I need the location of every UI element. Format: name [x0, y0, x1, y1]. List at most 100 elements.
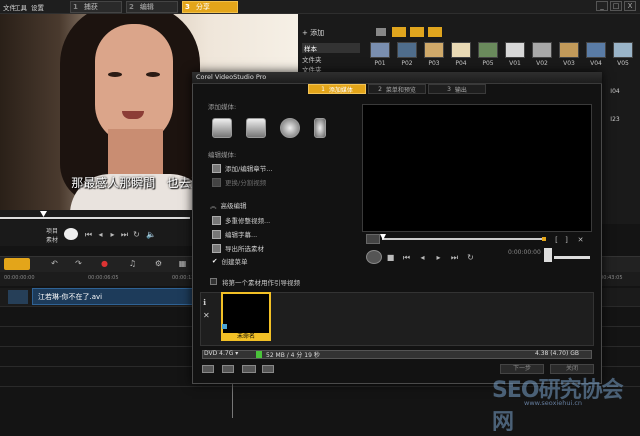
library-thumbnails: P01 P02 P03 P04 P05 V01 V02 V03 V04 V05 I04 I23 [370, 42, 640, 123]
dialog-tab-menu-preview[interactable]: 2 菜单和预览 [368, 84, 426, 94]
create-menu-checkbox[interactable]: ✔ 创建菜单 [212, 256, 247, 266]
import-device-icon[interactable] [314, 118, 326, 138]
play-button[interactable] [64, 228, 78, 240]
dialog-tab-output[interactable]: 3 输出 [428, 84, 486, 94]
library-thumbnail[interactable] [559, 42, 579, 58]
menu-tools[interactable]: 工具 [14, 2, 27, 12]
library-thumbnail-label: V01 [509, 60, 521, 67]
photo-filter-icon[interactable] [410, 27, 424, 37]
video-filter-icon[interactable] [392, 27, 406, 37]
info-icon[interactable]: ℹ [203, 298, 206, 307]
volume-icon[interactable]: 🔈 [146, 230, 156, 239]
transition-icon[interactable]: ⚙ [154, 259, 163, 268]
import-disc-icon[interactable] [280, 118, 300, 138]
first-clip-checkbox[interactable] [210, 278, 217, 285]
export-clip-item[interactable]: 导出所选素材 [212, 243, 264, 253]
mark-in-icon[interactable]: [ [552, 236, 561, 245]
add-media-heading: 添加媒体: [208, 103, 237, 111]
dialog-volume-slider[interactable] [554, 256, 590, 259]
step-edit[interactable]: 2 编辑 [126, 1, 178, 13]
go-end-icon[interactable]: ⏭ [120, 230, 129, 239]
library-thumbnail[interactable] [397, 42, 417, 58]
export-icon [212, 243, 221, 253]
dialog-prev-icon[interactable]: ◂ [418, 253, 427, 262]
library-thumbnail-label: V02 [536, 60, 548, 67]
dialog-tab-add-media[interactable]: 1 添加媒体 [308, 84, 366, 94]
dialog-scrub-bar[interactable] [382, 238, 542, 240]
library-thumbnail[interactable] [532, 42, 552, 58]
remove-icon[interactable]: ✕ [203, 311, 210, 320]
dialog-go-end-icon[interactable]: ⏭ [450, 253, 459, 262]
gear-icon[interactable] [222, 365, 234, 373]
print-icon[interactable] [262, 365, 274, 373]
library-thumbnail[interactable] [451, 42, 471, 58]
dialog-title: Corel VideoStudio Pro [196, 73, 267, 81]
disc-type-select[interactable]: DVD 4.7G ▾ [204, 350, 254, 357]
preview-scrub-bar[interactable] [0, 217, 190, 219]
folder-icon[interactable] [376, 28, 386, 36]
preview-face [95, 24, 173, 144]
menu-settings[interactable]: 设置 [31, 2, 44, 12]
clip-mode-label[interactable]: 素材 [46, 235, 58, 244]
audio-filter-icon[interactable] [428, 27, 442, 37]
multi-trim-icon [212, 215, 221, 225]
library-thumbnail[interactable] [505, 42, 525, 58]
step-capture[interactable]: 1 捕获 [70, 1, 122, 13]
first-clip-label: 将第一个素材用作引导视频 [222, 279, 300, 287]
library-category-folder-1[interactable]: 文件夹 [302, 54, 322, 64]
dialog-repeat-icon[interactable]: ↻ [466, 253, 475, 262]
settings-icon[interactable] [202, 365, 214, 373]
dialog-play-button[interactable] [366, 250, 382, 264]
dialog-go-start-icon[interactable]: ⏮ [402, 253, 411, 262]
step-share[interactable]: 3 分享 [182, 1, 238, 13]
film-icon[interactable]: ▦ [178, 259, 187, 268]
edit-chapters-item[interactable]: 添加/编辑章节... [212, 163, 272, 173]
library-thumbnail-label: V05 [617, 60, 629, 67]
library-thumbnail-label: I04 [610, 88, 620, 95]
edit-media-heading: 编辑媒体: [208, 151, 237, 159]
multi-trim-item[interactable]: 多重修整视频... [212, 215, 270, 225]
library-category-sample[interactable]: 样本 [302, 43, 360, 53]
go-start-icon[interactable]: ⏮ [84, 230, 93, 239]
minimize-button[interactable]: _ [596, 1, 608, 11]
dialog-stop-icon[interactable]: ■ [386, 253, 395, 262]
add-vsp-project-icon[interactable] [246, 118, 266, 138]
library-thumbnail[interactable] [613, 42, 633, 58]
trim-end-marker-icon[interactable] [542, 237, 546, 241]
library-thumbnail-label: V04 [590, 60, 602, 67]
advanced-edit-toggle[interactable]: ︽ 高级编辑 [210, 200, 247, 210]
disc-format-icon[interactable] [242, 365, 256, 373]
dialog-volume-icon[interactable] [544, 248, 552, 262]
disc-total-text: 4.38 (4.70) GB [535, 350, 579, 357]
preview-eye-left [108, 72, 122, 77]
undo-icon[interactable]: ↶ [50, 259, 59, 268]
add-library-button[interactable]: + 添加 [302, 28, 324, 38]
prev-frame-icon[interactable]: ◂ [96, 230, 105, 239]
watermark-url: www.seoxiehui.cn [524, 399, 583, 407]
dialog-next-icon[interactable]: ▸ [434, 253, 443, 262]
library-thumbnail[interactable] [478, 42, 498, 58]
library-thumbnail[interactable] [586, 42, 606, 58]
storyboard-view-button[interactable] [4, 258, 30, 270]
media-clip-label[interactable]: 未命名 [221, 333, 271, 341]
mark-out-icon[interactable]: ] [562, 236, 571, 245]
add-video-icon[interactable] [212, 118, 232, 138]
record-icon[interactable]: ● [100, 259, 109, 268]
library-thumbnail[interactable] [424, 42, 444, 58]
edit-subtitle-item[interactable]: 编辑字幕... [212, 229, 257, 239]
checkmark-icon: ✔ [212, 257, 218, 265]
disc-capacity-fill [256, 351, 262, 358]
repeat-icon[interactable]: ↻ [132, 230, 141, 239]
close-preview-icon[interactable]: ✕ [576, 236, 585, 245]
dialog-preview-screen [362, 104, 592, 232]
preview-mode-icon[interactable] [366, 234, 380, 244]
split-icon [212, 177, 221, 187]
audio-mixer-icon[interactable]: ♫ [128, 259, 137, 268]
clip-type-icon [222, 324, 227, 329]
next-frame-icon[interactable]: ▸ [108, 230, 117, 239]
redo-icon[interactable]: ↷ [74, 259, 83, 268]
maximize-button[interactable]: □ [610, 1, 622, 11]
library-thumbnail[interactable] [370, 42, 390, 58]
close-button[interactable]: X [624, 1, 636, 11]
project-mode-label[interactable]: 项目 [46, 226, 58, 235]
